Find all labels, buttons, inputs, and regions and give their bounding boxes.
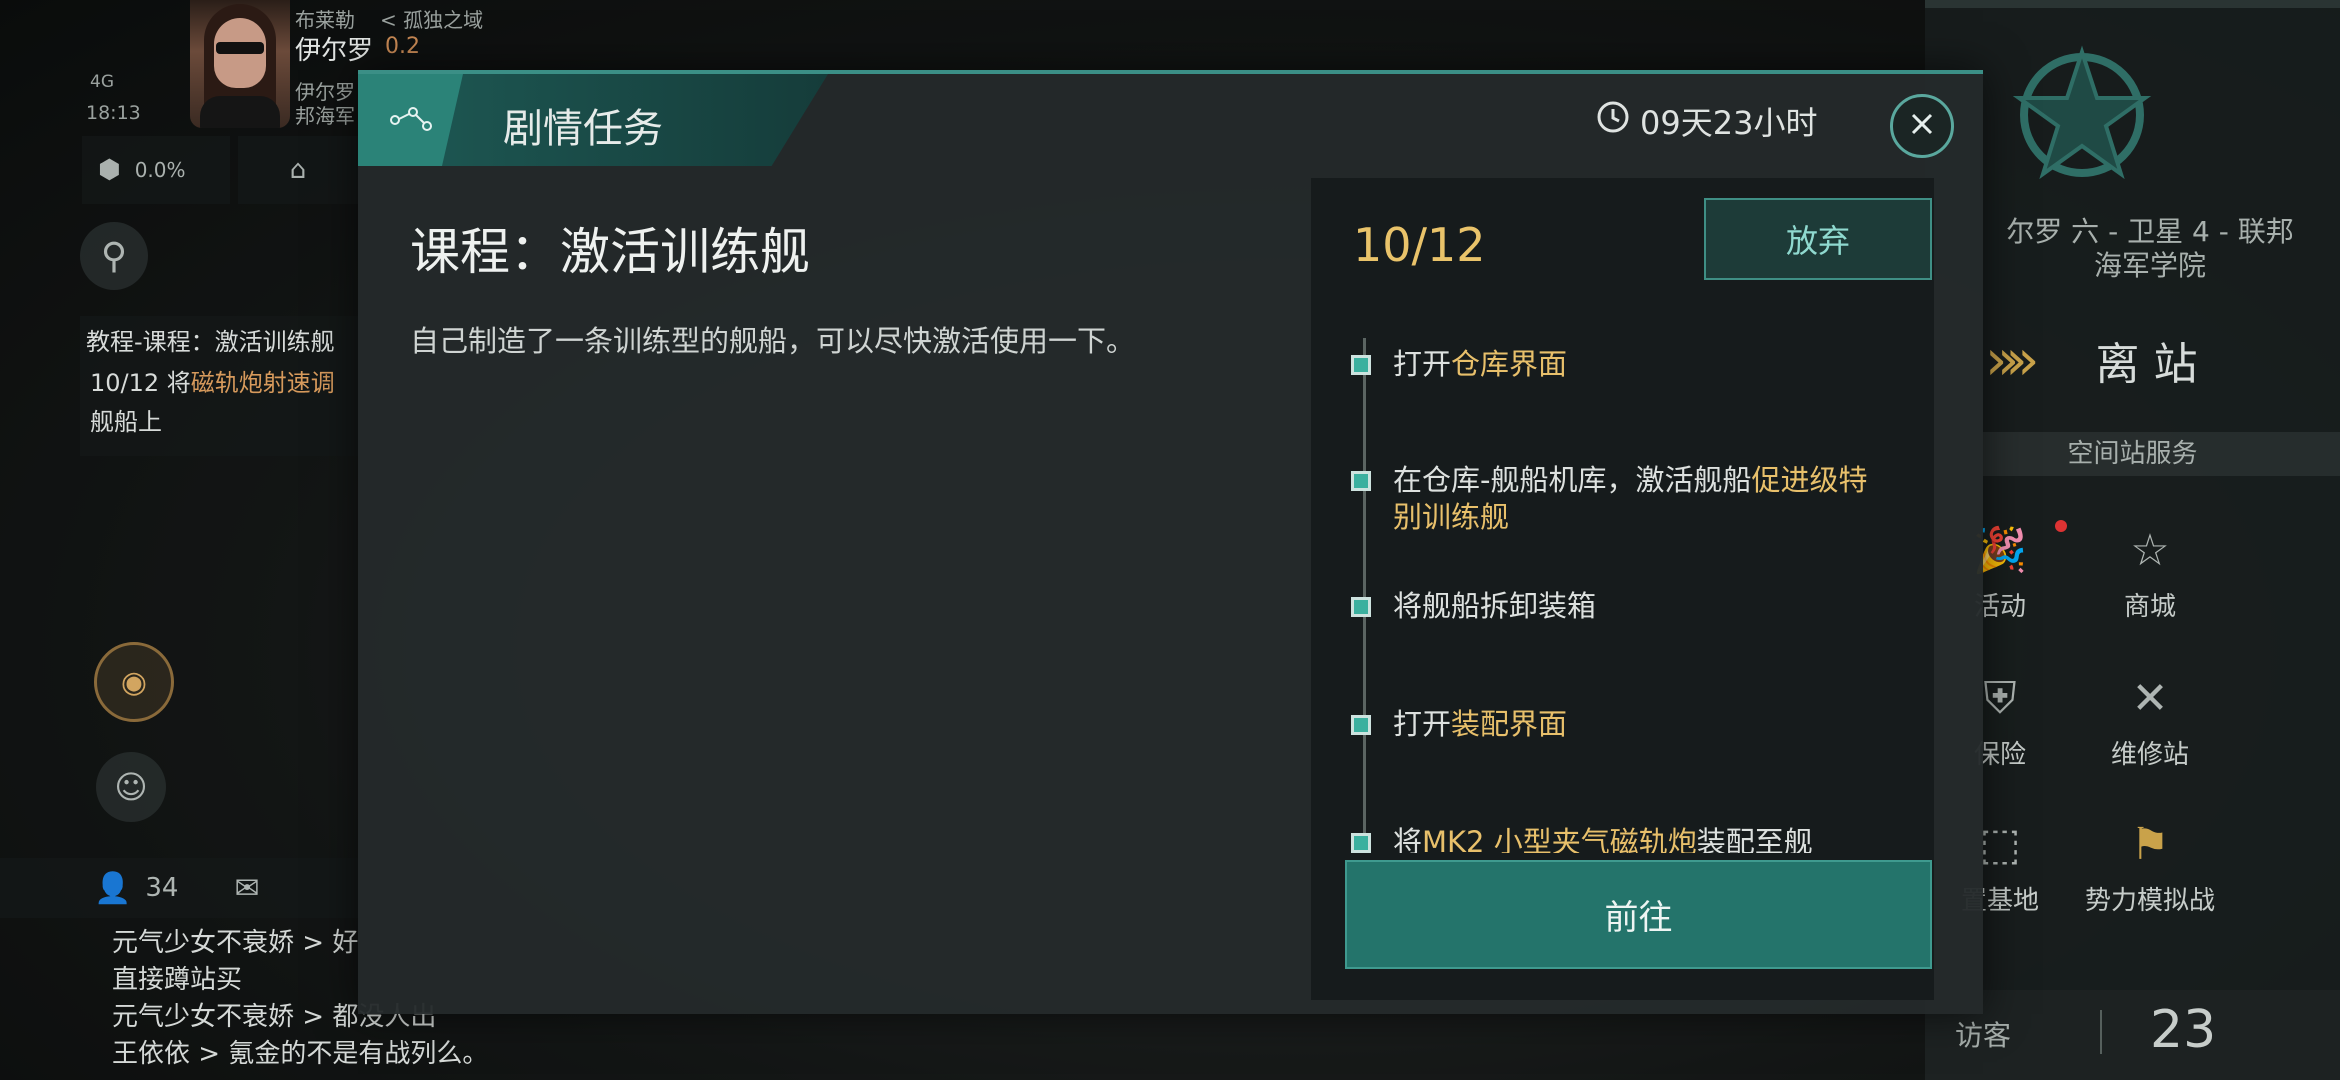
undock-button[interactable]: »» 离 站 [1985,320,2285,400]
quest-tracker[interactable]: 教程-课程：激活训练舰 10/12 将磁轨炮射速调 舰船上 [80,316,370,456]
visitors-bar[interactable]: 访客 23 [1925,990,2340,1080]
story-quest-dialog: 剧情任务 09天23小时 课程：激活训练舰 自己制造了一条训练型的舰船，可以尽快… [358,70,1983,1014]
chevron-right-icon: »» [1985,327,2039,393]
chat-line: 王依依 > 氪金的不是有战列么。 [112,1039,489,1069]
station-panel: 尔罗 六 - 卫星 4 - 联邦 海军学院 »» 离 站 空间站服务 🎉 活动 … [1925,0,2340,1080]
close-icon [1908,110,1936,142]
quest-steps-panel: 10/12 放弃 打开仓库界面 在仓库-舰船机库，激活舰船促进级特别训练舰 将舰… [1311,178,1934,1000]
quest-step: 打开仓库界面 [1351,346,1891,383]
social-bar: 👤 34 ✉ [0,858,360,918]
quest-step: 将舰船拆卸装箱 [1351,588,1891,625]
cargo-meter[interactable]: ⬢ 0.0% [82,136,230,204]
tracker-highlight: 磁轨炮射速调 [190,369,335,397]
repair-tools-icon: ✕ [2131,672,2169,724]
clock: 18:13 [86,102,141,124]
location-line-2: 邦海军 [295,104,355,128]
pilot-icon: ☺ [114,768,148,806]
tracker-progress: 10/12 将 [90,369,191,397]
location-pin-icon: ⚲ [100,235,128,277]
visitors-count: 23 [2150,1000,2217,1060]
tracker-suffix: 舰船上 [90,408,162,436]
target-icon: ◉ [120,664,148,700]
faction-emblem-icon [2007,40,2157,190]
notification-dot [2055,520,2067,532]
hud-slot-button[interactable]: ⌂ [238,136,358,204]
avatar[interactable] [190,0,290,128]
faction-flags-icon: ⚑ [2130,818,2170,870]
station-icon: ⌂ [289,155,307,185]
security-status: 0.2 [385,34,420,59]
steps-list[interactable]: 打开仓库界面 在仓库-舰船机库，激活舰船促进级特别训练舰 将舰船拆卸装箱 打开装… [1311,298,1934,853]
network-indicator: 4G [90,72,114,92]
system-name[interactable]: 伊尔罗 [295,30,373,67]
dialog-tab: 剧情任务 [358,74,828,166]
people-icon[interactable]: 👤 [94,871,131,906]
close-button[interactable] [1890,94,1954,158]
service-repair[interactable]: ✕ 维修站 [2075,668,2225,771]
go-button[interactable]: 前往 [1345,860,1932,969]
service-mall[interactable]: ☆ 商城 [2075,520,2225,623]
target-button[interactable]: ◉ [94,642,174,722]
dialog-title: 剧情任务 [503,106,663,152]
timer-text: 09天23小时 [1640,104,1818,142]
quest-step: 在仓库-舰船机库，激活舰船促进级特别训练舰 [1351,462,1891,536]
tracker-title: 教程-课程：激活训练舰 [86,328,335,356]
breadcrumb[interactable]: < 孤独之域 [380,4,483,33]
visitors-label: 访客 [1955,1019,2012,1052]
clock-icon [1596,100,1630,142]
quest-description: 自己制造了一条训练型的舰船，可以尽快激活使用一下。 [410,324,1136,358]
player-region: 布莱勒 [295,8,355,32]
quest-timer: 09天23小时 [1596,98,1817,144]
mail-icon[interactable]: ✉ [234,871,259,906]
map-location-button[interactable]: ⚲ [80,222,148,290]
quest-title: 课程：激活训练舰 [410,223,810,281]
pilot-button[interactable]: ☺ [96,752,166,822]
undock-label: 离 站 [2095,339,2198,390]
quest-network-icon [358,74,463,166]
services-title: 空间站服务 [1925,432,2340,476]
abandon-button[interactable]: 放弃 [1704,198,1932,280]
cargo-icon: ⬢ [98,155,121,185]
cargo-percent: 0.0% [134,158,186,182]
service-faction-sim[interactable]: ⚑ 势力模拟战 [2075,814,2225,917]
mall-star-icon: ☆ [2130,524,2170,576]
station-name-line2: 海军学院 [2093,249,2206,282]
quest-step: 打开装配界面 [1351,706,1891,743]
online-count: 34 [145,873,179,903]
quest-progress: 10/12 [1353,218,1486,272]
quest-step: 将MK2 小型夹气磁轨炮装配至舰 [1351,824,1891,853]
